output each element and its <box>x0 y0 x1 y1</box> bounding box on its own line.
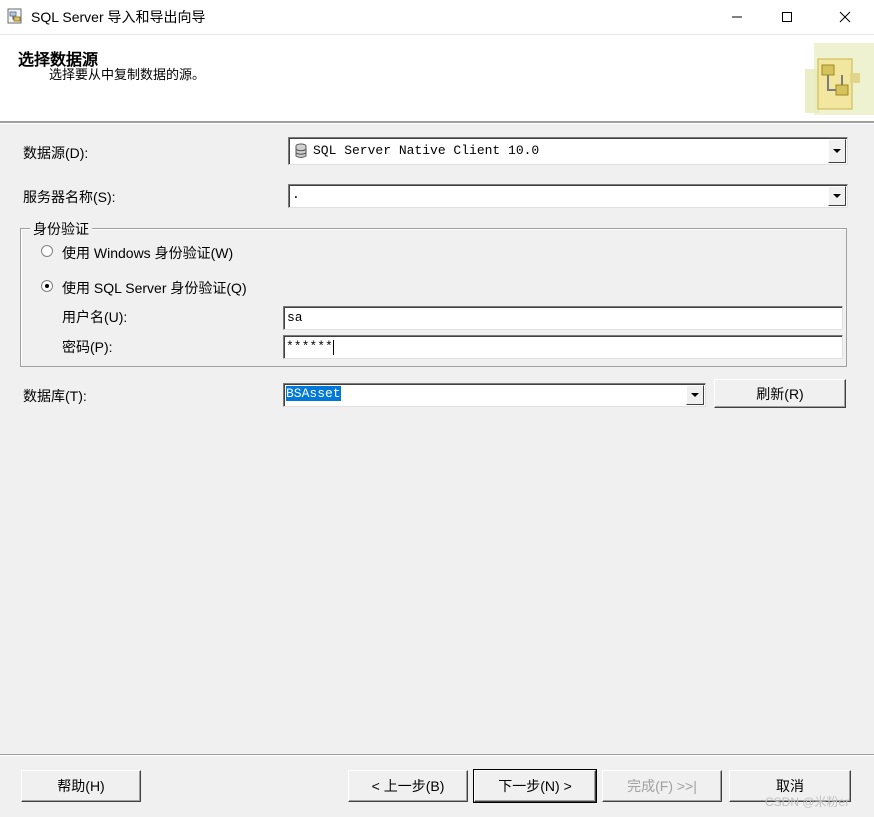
footer-divider <box>0 754 874 756</box>
sql-auth-radio[interactable] <box>41 280 53 292</box>
authentication-group-label: 身份验证 <box>30 219 92 239</box>
page-subtitle: 选择要从中复制数据的源。 <box>49 67 206 82</box>
maximize-button[interactable] <box>764 0 810 34</box>
back-button[interactable]: < 上一步(B) <box>348 770 468 802</box>
username-label: 用户名(U): <box>62 309 128 325</box>
username-value: sa <box>287 310 303 325</box>
database-label: 数据库(T): <box>23 388 87 404</box>
data-source-dropdown-button[interactable] <box>828 139 846 163</box>
wizard-banner-icon <box>800 43 874 115</box>
help-button[interactable]: 帮助(H) <box>21 770 141 802</box>
close-icon <box>839 11 851 23</box>
database-icon <box>294 143 308 162</box>
chevron-down-icon <box>833 149 841 153</box>
refresh-button[interactable]: 刷新(R) <box>714 379 846 408</box>
minimize-button[interactable] <box>714 0 760 34</box>
chevron-down-icon <box>833 194 841 198</box>
windows-auth-label[interactable]: 使用 Windows 身份验证(W) <box>62 243 233 263</box>
window-title: SQL Server 导入和导出向导 <box>31 9 206 25</box>
password-label: 密码(P): <box>62 339 113 355</box>
database-combo[interactable]: BSAsset <box>283 383 706 407</box>
server-name-value: . <box>292 187 300 202</box>
password-value: ****** <box>286 339 333 354</box>
finish-button: 完成(F) >>| <box>602 770 722 802</box>
minimize-icon <box>732 16 742 18</box>
header-divider <box>0 121 874 124</box>
windows-auth-radio[interactable] <box>41 245 53 257</box>
database-value: BSAsset <box>286 386 341 401</box>
title-bar: SQL Server 导入和导出向导 <box>0 0 874 34</box>
password-input[interactable]: ****** <box>283 335 843 359</box>
database-dropdown-button[interactable] <box>686 385 704 405</box>
server-name-combo[interactable]: . <box>288 184 848 208</box>
wizard-app-icon <box>7 7 25 25</box>
sql-auth-label[interactable]: 使用 SQL Server 身份验证(Q) <box>62 278 247 298</box>
wizard-header: 选择数据源 选择要从中复制数据的源。 <box>0 34 874 122</box>
watermark-text: CSDN @米粉er <box>765 795 850 809</box>
text-cursor <box>333 340 334 355</box>
next-button[interactable]: 下一步(N) > <box>473 769 597 803</box>
close-window-button[interactable] <box>822 0 868 34</box>
server-name-label: 服务器名称(S): <box>23 189 116 205</box>
radio-selected-dot <box>45 284 49 288</box>
data-source-value: SQL Server Native Client 10.0 <box>313 143 540 158</box>
data-source-label: 数据源(D): <box>23 145 89 161</box>
username-input[interactable]: sa <box>283 306 843 330</box>
data-source-combo[interactable]: SQL Server Native Client 10.0 <box>288 137 848 165</box>
server-name-dropdown-button[interactable] <box>828 186 846 206</box>
chevron-down-icon <box>691 393 699 397</box>
maximize-icon <box>782 12 792 22</box>
